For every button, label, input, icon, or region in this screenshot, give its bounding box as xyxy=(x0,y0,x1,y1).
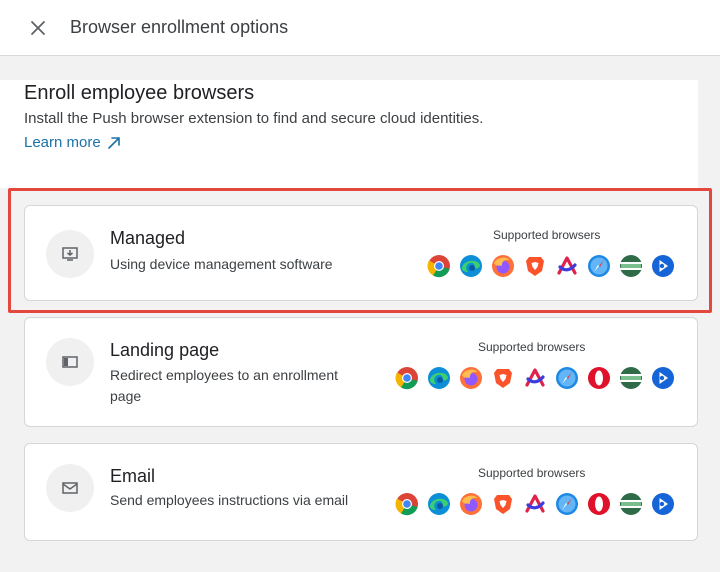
opera-icon xyxy=(587,366,611,390)
option-card-landing-page[interactable]: Landing page Redirect employees to an en… xyxy=(24,317,698,427)
option-title: Landing page xyxy=(110,340,220,360)
dialog-header: Browser enrollment options xyxy=(0,0,720,56)
push-icon xyxy=(651,492,675,516)
edge-icon xyxy=(427,492,451,516)
external-link-icon xyxy=(107,136,120,149)
highlight-frame xyxy=(8,188,712,313)
brave-icon xyxy=(491,366,515,390)
firefox-icon xyxy=(459,366,483,390)
close-button[interactable] xyxy=(28,18,48,38)
intro-description: Install the Push browser extension to fi… xyxy=(24,110,484,127)
close-icon xyxy=(31,21,45,35)
browser-list xyxy=(395,492,675,516)
option-card-email[interactable]: Email Send employees instructions via em… xyxy=(24,443,698,541)
dialog-title: Browser enrollment options xyxy=(70,17,289,37)
brave-icon xyxy=(491,492,515,516)
learn-more-label: Learn more xyxy=(24,134,101,151)
arc-icon xyxy=(523,366,547,390)
intro-title: Enroll employee browsers xyxy=(24,82,255,104)
option-description: Redirect employees to an enrollment page xyxy=(110,367,339,404)
browser-window-icon xyxy=(62,356,78,368)
safari-icon xyxy=(555,492,579,516)
supported-browsers-label: Supported browsers xyxy=(478,466,586,480)
mail-icon xyxy=(62,482,78,494)
firefox-icon xyxy=(459,492,483,516)
supported-browsers-label: Supported browsers xyxy=(478,340,586,354)
island-icon xyxy=(619,366,643,390)
island-icon xyxy=(619,492,643,516)
chrome-icon xyxy=(395,366,419,390)
opera-icon xyxy=(587,492,611,516)
safari-icon xyxy=(555,366,579,390)
push-icon xyxy=(651,366,675,390)
arc-icon xyxy=(523,492,547,516)
option-description: Send employees instructions via email xyxy=(110,492,349,508)
option-title: Email xyxy=(110,466,156,486)
edge-icon xyxy=(427,366,451,390)
learn-more-link[interactable]: Learn more xyxy=(24,134,121,151)
chrome-icon xyxy=(395,492,419,516)
browser-list xyxy=(395,366,675,390)
option-icon-bg xyxy=(46,338,94,386)
option-icon-bg xyxy=(46,464,94,512)
